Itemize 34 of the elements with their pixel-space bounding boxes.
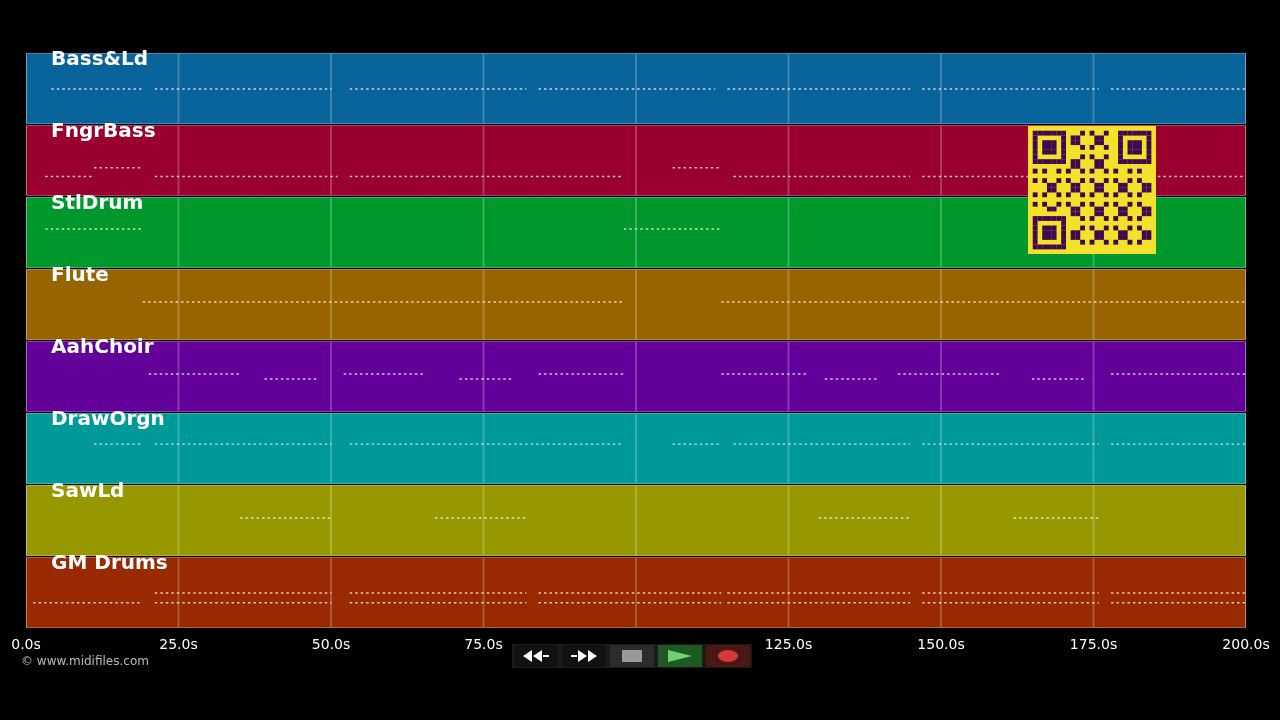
stop-button[interactable] xyxy=(610,645,654,667)
time-axis-label: 50.0s xyxy=(311,636,351,652)
fast-forward-button[interactable] xyxy=(562,645,606,667)
note-sequence xyxy=(824,377,880,381)
note-sequence xyxy=(45,174,94,179)
time-axis-label: 150.0s xyxy=(917,636,965,652)
time-axis-label: 200.0s xyxy=(1222,636,1270,652)
fast-forward-icon xyxy=(571,650,597,662)
note-sequence xyxy=(94,165,143,170)
record-button[interactable] xyxy=(706,645,750,667)
track-name: FngrBass xyxy=(51,118,156,142)
copyright-credit: © www.midifiles.com xyxy=(21,654,150,668)
track-name: DrawOrgn xyxy=(51,406,165,430)
time-axis-label: 25.0s xyxy=(159,636,198,652)
track-name: SawLd xyxy=(51,478,125,502)
rewind-button[interactable] xyxy=(514,645,558,667)
track-name: Flute xyxy=(51,262,109,286)
play-icon xyxy=(668,650,692,662)
time-axis-label: 175.0s xyxy=(1069,636,1118,652)
track-name: AahChoir xyxy=(51,334,154,358)
time-axis-label: 125.0s xyxy=(764,636,813,652)
time-axis-label: 75.0s xyxy=(464,636,503,652)
note-sequence xyxy=(94,442,143,446)
track-name: StlDrum xyxy=(51,190,144,214)
rewind-icon xyxy=(523,650,549,662)
stop-icon xyxy=(622,650,642,662)
play-button[interactable] xyxy=(658,645,702,667)
record-icon xyxy=(718,650,738,662)
note-sequence xyxy=(672,442,722,446)
track-name: GM Drums xyxy=(51,550,168,574)
note-sequence xyxy=(1031,377,1087,381)
track-name: Bass&Ld xyxy=(51,46,149,70)
note-sequence xyxy=(672,165,722,170)
time-axis-label: 0.0s xyxy=(11,636,41,652)
